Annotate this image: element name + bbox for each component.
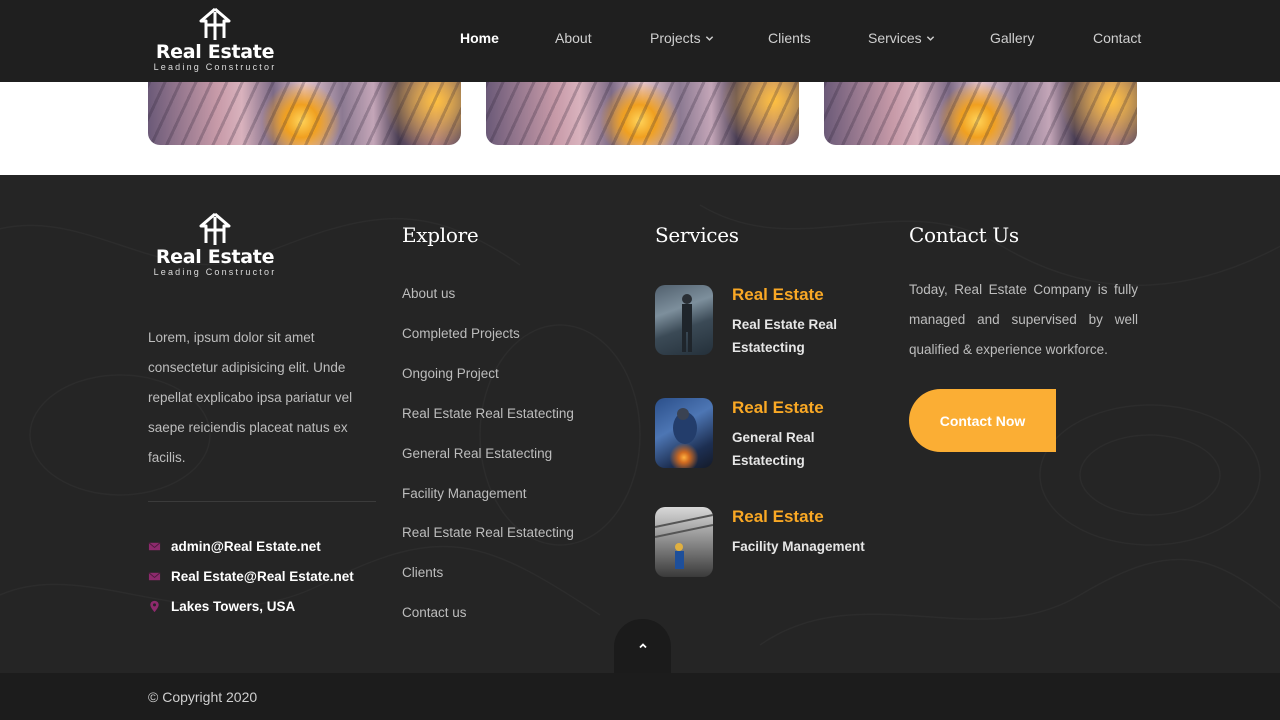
service-image (655, 398, 713, 468)
copyright-bar: © Copyright 2020 (0, 673, 1280, 720)
nav-gallery[interactable]: Gallery (990, 30, 1034, 46)
chevron-up-icon (638, 643, 647, 649)
worker-figure (682, 294, 692, 352)
service-image (655, 507, 713, 577)
service-item[interactable]: Real Estate General Real Estatecting (655, 398, 895, 470)
service-subtitle: Real Estate Real Estatecting (732, 317, 838, 355)
contact-email-2[interactable]: Real Estate@Real Estate.net (148, 569, 354, 584)
factory-figure (655, 514, 713, 569)
project-image[interactable] (148, 82, 461, 145)
service-image (655, 285, 713, 355)
contact-us-title: Contact Us (909, 223, 1019, 247)
service-subtitle: General Real Estatecting (732, 430, 815, 468)
back-to-top-button[interactable] (614, 619, 671, 673)
service-title: Real Estate (732, 398, 824, 417)
nav-label: Contact (1093, 30, 1142, 46)
site-footer: Real Estate Leading Constructor Lorem, i… (0, 175, 1280, 673)
site-header: Real Estate Leading Constructor Home Abo… (0, 0, 1280, 82)
explore-link[interactable]: General Real Estatecting (402, 446, 552, 461)
nav-home[interactable]: Home (460, 30, 499, 46)
explore-link[interactable]: Ongoing Project (402, 366, 499, 381)
nav-label: Services (868, 30, 922, 46)
nav-clients[interactable]: Clients (768, 30, 811, 46)
chevron-down-icon (705, 35, 713, 41)
explore-link[interactable]: Contact us (402, 605, 467, 620)
project-image[interactable] (486, 82, 799, 145)
contact-address: Lakes Towers, USA (148, 599, 295, 614)
service-title: Real Estate (732, 285, 824, 304)
logo-name: Real Estate (155, 41, 275, 63)
contact-text: Lakes Towers, USA (171, 599, 296, 614)
explore-title: Explore (402, 223, 479, 247)
nav-services[interactable]: Services (868, 30, 935, 46)
welder-figure (673, 408, 697, 444)
services-title: Services (655, 223, 739, 247)
logo-tagline: Leading Constructor (153, 267, 277, 277)
explore-link[interactable]: Real Estate Real Estatecting (402, 406, 574, 421)
contact-text: Real Estate@Real Estate.net (171, 569, 354, 584)
service-title: Real Estate (732, 507, 824, 526)
service-item[interactable]: Real Estate Facility Management (655, 507, 895, 579)
explore-link[interactable]: Facility Management (402, 486, 527, 501)
nav-projects[interactable]: Projects (650, 30, 714, 46)
chevron-down-icon (926, 35, 934, 41)
logo-name: Real Estate (155, 246, 275, 268)
explore-link[interactable]: Clients (402, 565, 443, 580)
nav-label: Clients (768, 30, 811, 46)
location-pin-icon (150, 600, 159, 613)
project-image[interactable] (824, 82, 1137, 145)
footer-logo[interactable]: Real Estate Leading Constructor (148, 211, 282, 278)
envelope-icon (148, 572, 161, 581)
copyright-text: © Copyright 2020 (148, 689, 258, 705)
logo-tagline: Leading Constructor (153, 62, 277, 72)
divider (148, 501, 376, 502)
contact-now-button[interactable]: Contact Now (909, 389, 1056, 452)
explore-link[interactable]: Completed Projects (402, 326, 520, 341)
header-logo[interactable]: Real Estate Leading Constructor (148, 6, 282, 73)
about-text: Lorem, ipsum dolor sit amet consectetur … (148, 330, 353, 465)
contact-text: admin@Real Estate.net (171, 539, 321, 554)
nav-label: Gallery (990, 30, 1035, 46)
contact-email-1[interactable]: admin@Real Estate.net (148, 539, 321, 554)
projects-band (0, 82, 1280, 175)
nav-label: Projects (650, 30, 701, 46)
explore-link[interactable]: Real Estate Real Estatecting (402, 525, 574, 540)
contact-us-text: Today, Real Estate Company is fully mana… (909, 282, 1138, 357)
envelope-icon (148, 542, 161, 551)
service-subtitle: Facility Management (732, 539, 865, 554)
service-item[interactable]: Real Estate Real Estate Real Estatecting (655, 285, 895, 357)
nav-about[interactable]: About (555, 30, 592, 46)
explore-link[interactable]: About us (402, 286, 455, 301)
nav-contact[interactable]: Contact (1093, 30, 1141, 46)
nav-label: Home (460, 30, 499, 46)
house-logo-icon (199, 212, 231, 245)
house-logo-icon (199, 7, 231, 40)
nav-label: About (555, 30, 592, 46)
